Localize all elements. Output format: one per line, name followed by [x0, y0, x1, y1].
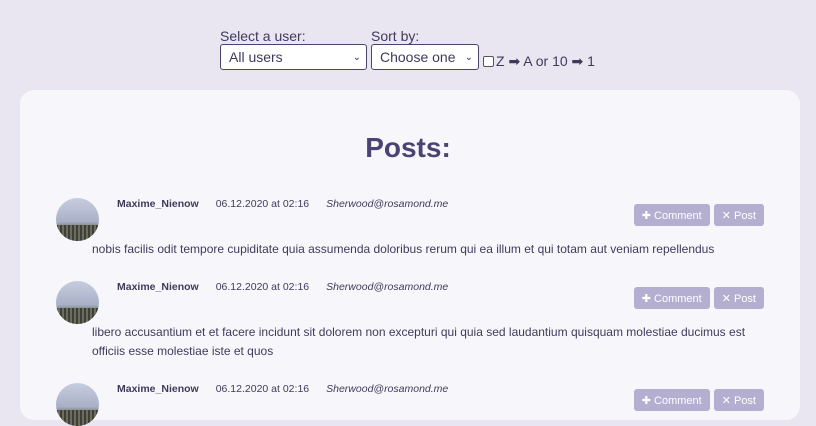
user-filter: Select a user: All users ⌄: [220, 28, 367, 70]
post-actions: ✚ Comment ✕ Post: [633, 204, 764, 226]
user-select[interactable]: All users ⌄: [220, 44, 367, 70]
avatar: [56, 383, 99, 426]
delete-post-button[interactable]: ✕ Post: [713, 204, 764, 226]
post-meta: Maxime_Nienow 06.12.2020 at 02:16 Sherwo…: [117, 198, 448, 210]
sort-select-label: Sort by:: [371, 28, 420, 44]
reverse-sort-checkbox[interactable]: [483, 55, 494, 67]
reverse-sort-label: Z ➡ A or 10 ➡ 1: [496, 52, 595, 69]
post-email[interactable]: Sherwood@rosamond.me: [326, 281, 448, 293]
filter-bar: Select a user: All users ⌄ Sort by: Choo…: [220, 28, 595, 70]
post-date: 06.12.2020 at 02:16: [215, 198, 310, 210]
sort-filter: Sort by: Choose one ⌄: [371, 28, 479, 70]
delete-post-button[interactable]: ✕ Post: [713, 389, 764, 411]
reverse-sort-toggle[interactable]: Z ➡ A or 10 ➡ 1: [483, 48, 595, 74]
delete-post-button[interactable]: ✕ Post: [713, 287, 764, 309]
post-author[interactable]: Maxime_Nienow: [117, 383, 199, 395]
page-title: Posts:: [365, 132, 451, 163]
sort-select[interactable]: Choose one ⌄: [371, 44, 479, 70]
post-author[interactable]: Maxime_Nienow: [117, 281, 199, 293]
post-email[interactable]: Sherwood@rosamond.me: [326, 198, 448, 210]
avatar: [56, 281, 99, 324]
post-body: nobis facilis odit tempore cupiditate qu…: [92, 242, 715, 256]
user-select-label: Select a user:: [220, 28, 306, 44]
comment-button[interactable]: ✚ Comment: [633, 287, 710, 309]
post-date: 06.12.2020 at 02:16: [215, 383, 310, 395]
user-select-value: All users: [229, 49, 283, 65]
post-actions: ✚ Comment ✕ Post: [633, 389, 764, 411]
chevron-down-icon: ⌄: [464, 51, 473, 63]
post-body: libero accusantium et et facere incidunt…: [92, 325, 746, 358]
post-date: 06.12.2020 at 02:16: [215, 281, 310, 293]
post-meta: Maxime_Nienow 06.12.2020 at 02:16 Sherwo…: [117, 383, 448, 395]
comment-button[interactable]: ✚ Comment: [633, 204, 710, 226]
post-actions: ✚ Comment ✕ Post: [633, 287, 764, 309]
sort-select-value: Choose one: [380, 49, 456, 65]
comment-button[interactable]: ✚ Comment: [633, 389, 710, 411]
post-meta: Maxime_Nienow 06.12.2020 at 02:16 Sherwo…: [117, 281, 448, 293]
avatar: [56, 198, 99, 241]
post-author[interactable]: Maxime_Nienow: [117, 198, 199, 210]
chevron-down-icon: ⌄: [352, 51, 361, 63]
post-email[interactable]: Sherwood@rosamond.me: [326, 383, 448, 395]
